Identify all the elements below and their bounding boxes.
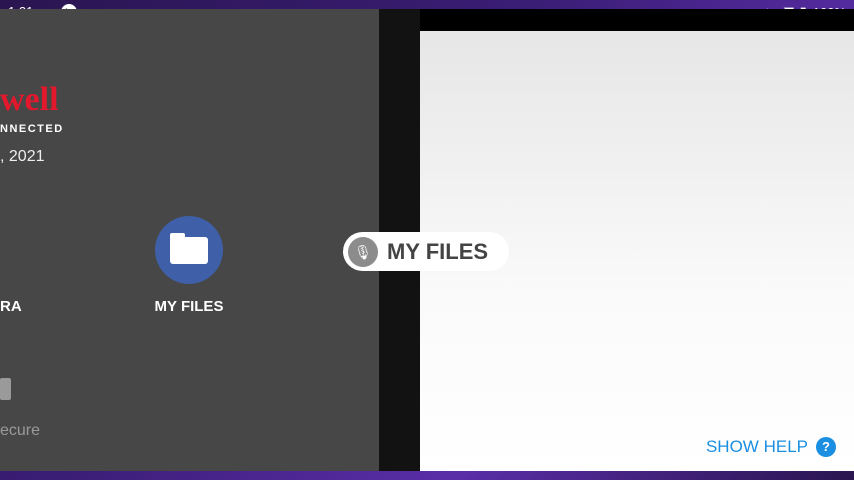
battery-charging-icon — [0, 378, 11, 400]
app-camera[interactable]: RA — [0, 298, 22, 315]
app-my-files[interactable]: MY FILES — [140, 216, 238, 315]
home-launcher-window[interactable]: well NNECTED , 2021 RA MY FILES ecure — [0, 9, 379, 471]
brand-tagline: NNECTED — [0, 123, 64, 135]
app-label: MY FILES — [154, 298, 224, 315]
app-label: RA — [0, 298, 22, 315]
show-help-label: SHOW HELP — [705, 437, 808, 456]
brand-logo: well — [0, 81, 59, 118]
microphone-icon: 🎙 — [348, 236, 378, 267]
folder-icon — [155, 216, 223, 284]
date-text: , 2021 — [0, 148, 45, 165]
secure-label: ecure — [0, 422, 41, 439]
help-icon: ? — [816, 437, 836, 457]
voice-command-bubble: 🎙 MY FILES — [343, 232, 509, 271]
show-help-button[interactable]: SHOW HELP ? — [706, 437, 836, 457]
voice-command-text: MY FILES — [387, 238, 489, 264]
